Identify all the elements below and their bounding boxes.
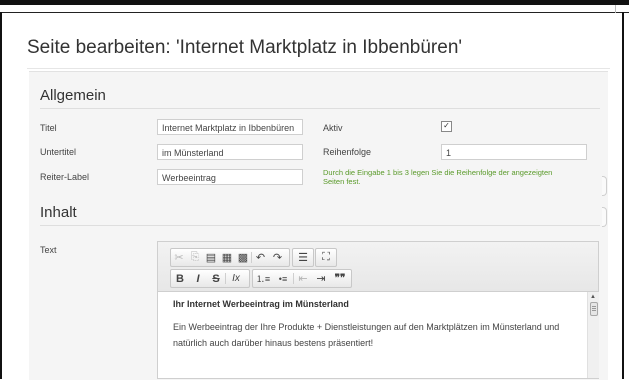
reihenfolge-input[interactable]: 1 <box>441 144 587 160</box>
title-divider <box>27 68 610 69</box>
bold-button[interactable]: B <box>171 270 189 287</box>
resize-handle[interactable] <box>602 207 607 227</box>
basicstyles-group: B I S Ix <box>170 269 250 288</box>
thumb-grip <box>592 308 596 309</box>
editor-content[interactable]: Ihr Internet Werbeeintrag im Münsterland… <box>158 292 586 378</box>
aktiv-label: Aktiv <box>323 123 343 133</box>
titel-input[interactable]: Internet Marktplatz in Ibbenbüren <box>157 119 303 135</box>
window-edge <box>615 5 616 13</box>
bulleted-list-icon[interactable]: •≡ <box>273 270 293 287</box>
scroll-up-arrow-icon[interactable]: ▲ <box>590 294 596 300</box>
reihenfolge-hint: Durch die Eingabe 1 bis 3 legen Sie die … <box>323 168 553 186</box>
maximize-group: ⛶ <box>315 248 337 267</box>
numbered-list-icon[interactable]: ⒈≡ <box>253 270 273 287</box>
cut-icon[interactable]: ✂ <box>171 249 187 266</box>
reiter-label: Reiter-Label <box>40 172 90 182</box>
align-group: ☰ <box>292 248 314 267</box>
untertitel-label: Untertitel <box>40 147 77 157</box>
content-heading: Ihr Internet Werbeeintrag im Münsterland <box>173 299 349 309</box>
editor-scrollbar[interactable]: ▲ <box>587 292 599 378</box>
paste-icon[interactable]: ▤ <box>203 249 219 266</box>
copy-icon[interactable]: ⎘ <box>187 249 203 266</box>
paragraph-group: ⒈≡ •≡ ⇤ ⇥ ❞❞ <box>252 269 352 288</box>
editor-toolbar: ✂ ⎘ ▤ ▦ ▩ ↶ ↷ ☰ ⛶ B I S Ix ⒈≡ •≡ ⇤ ⇥ ❞❞ <box>158 242 598 292</box>
indent-icon[interactable]: ⇥ <box>312 270 330 287</box>
content-paragraph-line: Ein Werbeeintrag der Ihre Produkte + Die… <box>173 322 560 332</box>
thumb-grip <box>592 310 596 311</box>
reihenfolge-label: Reihenfolge <box>323 147 372 157</box>
window-divider <box>0 12 629 13</box>
paste-text-icon[interactable]: ▦ <box>219 249 235 266</box>
clipboard-group: ✂ ⎘ ▤ ▦ ▩ ↶ ↷ <box>170 248 290 267</box>
page-title: Seite bearbeiten: 'Internet Marktplatz i… <box>27 37 463 58</box>
window-right-border <box>622 12 624 379</box>
rich-text-editor[interactable]: ✂ ⎘ ▤ ▦ ▩ ↶ ↷ ☰ ⛶ B I S Ix ⒈≡ •≡ ⇤ ⇥ ❞❞ … <box>157 241 599 379</box>
redo-icon[interactable]: ↷ <box>269 249 286 266</box>
outdent-icon[interactable]: ⇤ <box>294 270 312 287</box>
window-left-border <box>0 12 2 379</box>
text-label: Text <box>40 245 57 255</box>
section-divider <box>40 108 600 109</box>
remove-format-icon[interactable]: Ix <box>226 270 246 287</box>
thumb-grip <box>592 306 596 307</box>
scroll-thumb[interactable] <box>590 302 598 316</box>
content-paragraph-line: natürlich auch darüber hinaus bestens pr… <box>173 338 374 348</box>
italic-button[interactable]: I <box>189 270 207 287</box>
untertitel-input[interactable]: im Münsterland <box>157 144 303 160</box>
blockquote-icon[interactable]: ❞❞ <box>330 270 350 287</box>
maximize-icon[interactable]: ⛶ <box>316 249 336 266</box>
paste-word-icon[interactable]: ▩ <box>235 249 251 266</box>
section-divider <box>40 225 600 226</box>
section-heading-allgemein: Allgemein <box>40 87 106 104</box>
undo-icon[interactable]: ↶ <box>252 249 269 266</box>
window-top-bar <box>0 0 629 5</box>
align-icon[interactable]: ☰ <box>293 249 313 266</box>
resize-handle[interactable] <box>602 176 607 196</box>
section-heading-inhalt: Inhalt <box>40 204 77 221</box>
strike-button[interactable]: S <box>207 270 225 287</box>
titel-label: Titel <box>40 123 57 133</box>
reiter-input[interactable]: Werbeeintrag <box>157 169 303 185</box>
aktiv-checkbox[interactable]: ✓ <box>441 121 452 132</box>
